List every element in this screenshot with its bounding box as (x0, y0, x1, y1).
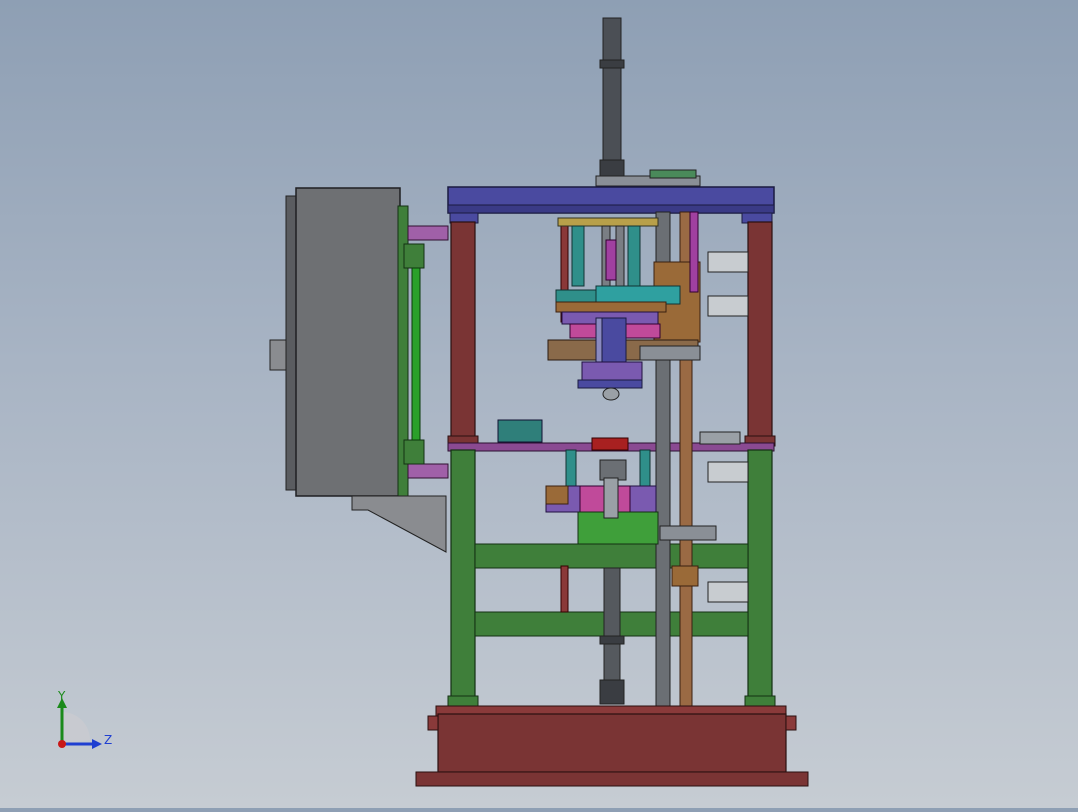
triad-plane (62, 712, 90, 744)
y-axis-label: Y (57, 689, 66, 703)
cad-viewport[interactable]: Y Z (0, 0, 1078, 808)
z-axis-label: Z (104, 733, 112, 747)
upper-mechanism (547, 211, 701, 401)
base (415, 705, 809, 787)
x-axis-dot-icon (58, 740, 66, 748)
view-orientation-triad: Y Z (48, 688, 118, 752)
middle-plate (447, 419, 775, 452)
top-cylinder (595, 17, 701, 187)
machine-model[interactable] (0, 0, 1078, 808)
control-cabinet (269, 187, 449, 553)
z-arrow-icon (92, 739, 102, 749)
triad-svg: Y Z (57, 689, 112, 749)
